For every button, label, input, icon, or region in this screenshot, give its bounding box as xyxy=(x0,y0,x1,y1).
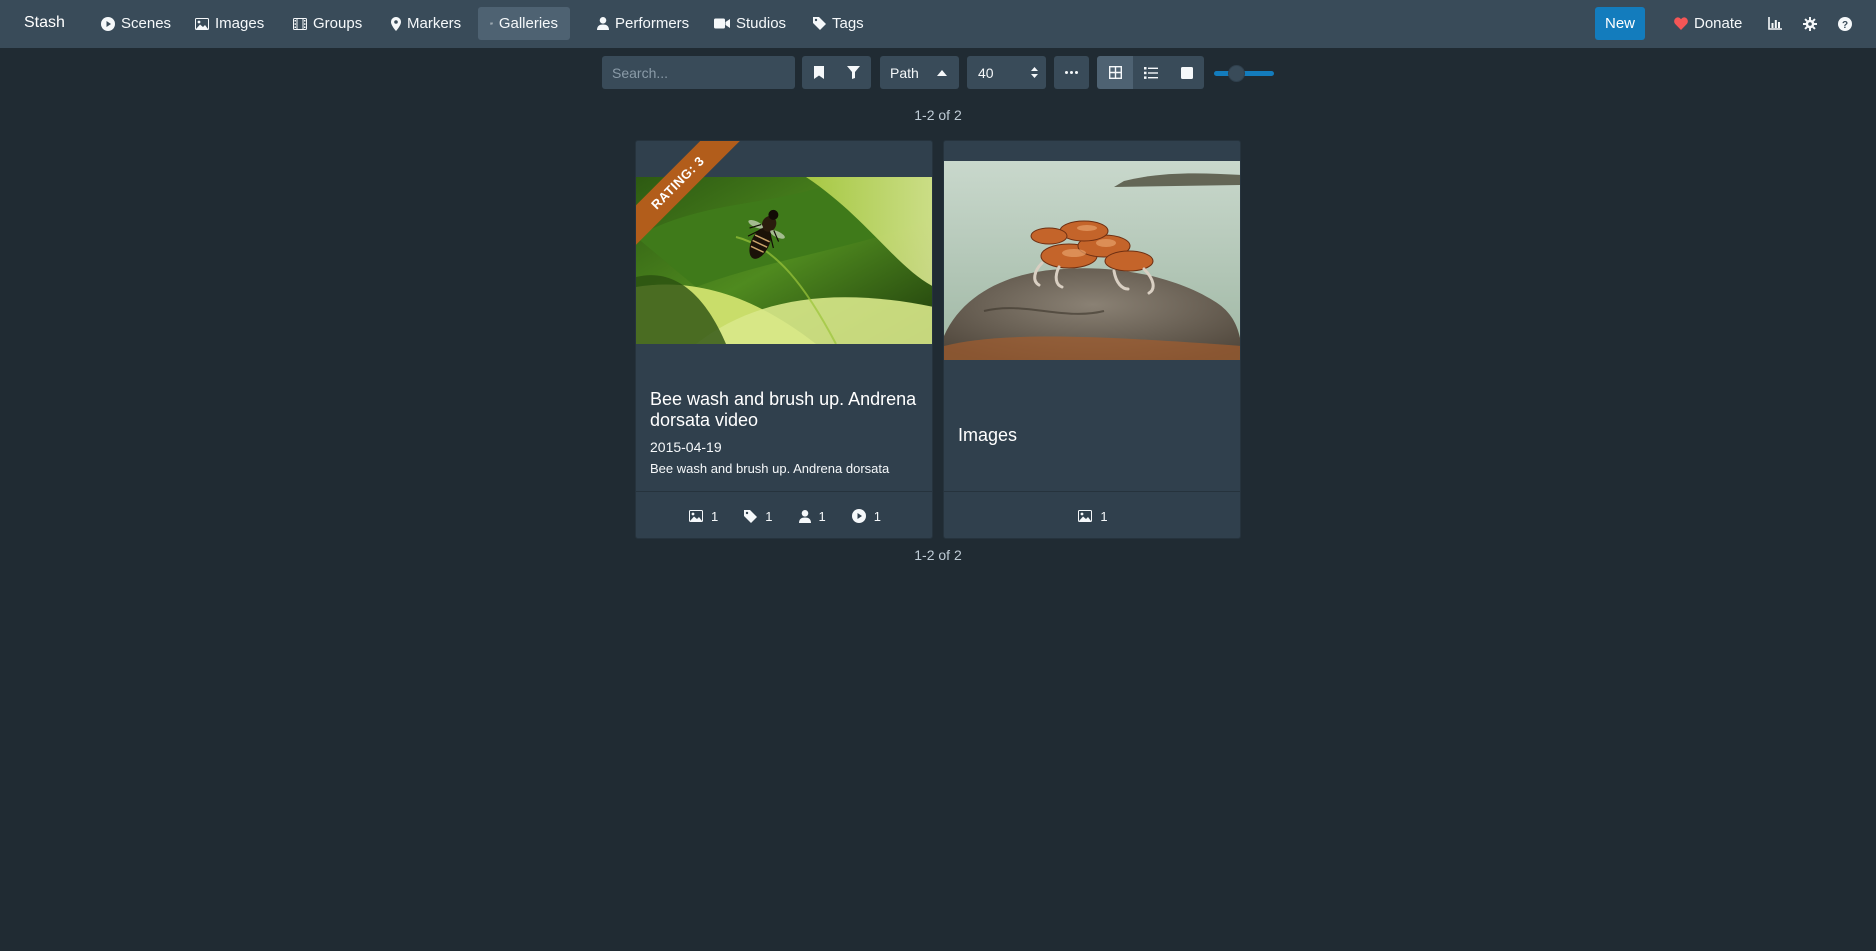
nav-item-scenes[interactable]: Scenes xyxy=(89,7,183,40)
saved-filters-button[interactable] xyxy=(802,56,836,89)
tag-count: 1 xyxy=(765,508,773,524)
question-circle-icon: ? xyxy=(1838,16,1852,31)
caret-up-icon xyxy=(936,69,947,76)
user-icon xyxy=(597,17,609,30)
gallery-title[interactable]: Images xyxy=(958,425,1228,446)
pagination-count-top: 1-2 of 2 xyxy=(914,107,962,123)
brand-link[interactable]: Stash xyxy=(24,14,65,32)
image-count: 1 xyxy=(1100,508,1108,524)
nav-item-tags[interactable]: Tags xyxy=(801,7,876,40)
video-icon xyxy=(714,18,730,29)
gallery-card[interactable]: Images 1 xyxy=(943,140,1241,539)
play-circle-icon xyxy=(851,509,866,523)
donate-label: Donate xyxy=(1694,15,1743,32)
gear-icon xyxy=(1803,16,1817,31)
image-icon xyxy=(195,17,209,30)
nav-item-galleries[interactable]: Galleries xyxy=(478,7,570,40)
donate-button[interactable]: Donate xyxy=(1664,7,1752,40)
scene-count: 1 xyxy=(873,508,881,524)
display-grid-button[interactable] xyxy=(1097,56,1133,89)
nav-item-label: Tags xyxy=(832,15,864,32)
nav-item-performers[interactable]: Performers xyxy=(585,7,701,40)
gallery-thumbnail-bee[interactable] xyxy=(636,177,932,344)
zoom-slider-thumb[interactable] xyxy=(1228,65,1245,82)
search-input[interactable] xyxy=(602,56,795,89)
list-icon xyxy=(1144,66,1158,79)
gallery-card[interactable]: RATING: 3 Bee wash and brush up. Andrena… xyxy=(635,140,933,539)
nav-item-groups[interactable]: Groups xyxy=(281,7,374,40)
user-icon xyxy=(798,509,811,523)
images-icon xyxy=(490,22,493,25)
grid-icon xyxy=(1108,66,1122,79)
filter-icon xyxy=(847,66,860,79)
nav-item-markers[interactable]: Markers xyxy=(379,7,473,40)
sort-direction-button[interactable] xyxy=(924,56,959,89)
tag-icon xyxy=(813,17,826,30)
scene-count-button[interactable]: 1 xyxy=(851,508,881,524)
nav-item-label: Images xyxy=(215,15,265,32)
top-navbar: Stash Scenes Images Groups Markers Galle… xyxy=(0,0,1876,48)
stats-button[interactable] xyxy=(1761,7,1789,40)
chevron-up-down-icon xyxy=(1031,67,1038,78)
nav-item-label: Studios xyxy=(736,15,787,32)
gallery-popovers: 1 1 1 1 xyxy=(636,491,932,538)
per-page-select[interactable]: 40 xyxy=(967,56,1046,89)
per-page-value: 40 xyxy=(978,64,994,81)
square-icon xyxy=(1180,66,1193,79)
gallery-details: Bee wash and brush up. Andrena dorsata xyxy=(650,461,890,476)
bee-on-leaf-image xyxy=(636,177,932,344)
bookmark-icon xyxy=(814,66,824,79)
sort-by-dropdown[interactable]: Path xyxy=(880,56,924,89)
gallery-thumbnail-crabs[interactable] xyxy=(944,161,1240,360)
nav-item-label: Markers xyxy=(407,15,462,32)
crabs-on-rock-image xyxy=(944,161,1240,360)
sort-by-value: Path xyxy=(890,64,919,81)
map-marker-icon xyxy=(391,16,401,31)
gallery-title[interactable]: Bee wash and brush up. Andrena dorsata v… xyxy=(650,389,920,431)
performer-count: 1 xyxy=(818,508,826,524)
image-count-button[interactable]: 1 xyxy=(689,509,718,524)
ellipsis-icon xyxy=(1065,71,1078,74)
gallery-date: 2015-04-19 xyxy=(650,439,722,455)
performer-count-button[interactable]: 1 xyxy=(798,508,826,524)
svg-text:?: ? xyxy=(1842,20,1848,31)
tag-count-button[interactable]: 1 xyxy=(744,508,773,524)
display-wall-button[interactable] xyxy=(1169,56,1204,89)
nav-item-images[interactable]: Images xyxy=(183,7,276,40)
nav-item-label: Scenes xyxy=(121,15,172,32)
play-circle-icon xyxy=(101,16,115,31)
image-count: 1 xyxy=(711,508,719,524)
filter-button[interactable] xyxy=(836,56,871,89)
gallery-thumbnail-area[interactable]: RATING: 3 xyxy=(636,141,932,369)
pagination-count-bottom: 1-2 of 2 xyxy=(914,547,962,563)
gallery-popovers: 1 xyxy=(944,491,1240,538)
gallery-thumbnail-area[interactable] xyxy=(944,141,1240,369)
nav-item-studios[interactable]: Studios xyxy=(702,7,798,40)
display-list-button[interactable] xyxy=(1133,56,1169,89)
new-button[interactable]: New xyxy=(1595,7,1645,40)
nav-item-label: Galleries xyxy=(498,15,558,32)
nav-item-label: Groups xyxy=(313,15,363,32)
more-options-button[interactable] xyxy=(1054,56,1089,89)
settings-button[interactable] xyxy=(1796,7,1824,40)
image-count-button[interactable]: 1 xyxy=(1078,508,1108,524)
heart-icon xyxy=(1674,17,1688,30)
help-button[interactable]: ? xyxy=(1831,7,1859,40)
nav-item-label: Performers xyxy=(615,15,690,32)
image-icon xyxy=(689,510,704,522)
chart-icon xyxy=(1768,17,1782,30)
image-icon xyxy=(1078,510,1093,522)
film-icon xyxy=(293,17,307,30)
tag-icon xyxy=(744,509,758,523)
